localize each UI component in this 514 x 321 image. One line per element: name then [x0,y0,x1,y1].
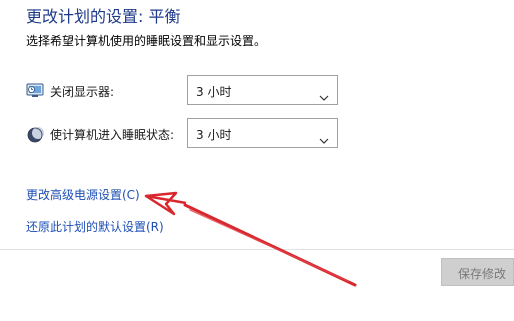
chevron-down-icon [319,87,329,101]
advanced-power-settings-link[interactable]: 更改高级电源设置(C) [26,186,140,203]
display-off-row: 关闭显示器: 3 小时 [26,75,341,107]
sleep-value: 3 小时 [196,128,232,142]
save-changes-button[interactable]: 保存修改 [441,258,514,286]
sleep-label: 使计算机进入睡眠状态: [50,128,175,142]
chevron-down-icon [319,130,329,144]
sleep-select[interactable]: 3 小时 [187,118,338,148]
display-off-select[interactable]: 3 小时 [187,75,338,105]
save-changes-label: 保存修改 [458,267,507,281]
page-title: 更改计划的设置: 平衡 [26,7,181,26]
monitor-icon [26,83,44,99]
display-off-label: 关闭显示器: [50,85,115,99]
divider [0,249,514,250]
restore-defaults-link[interactable]: 还原此计划的默认设置(R) [26,218,164,235]
display-off-value: 3 小时 [196,85,232,99]
moon-icon [26,126,44,143]
page-subtitle: 选择希望计算机使用的睡眠设置和显示设置。 [26,34,267,48]
sleep-row: 使计算机进入睡眠状态: 3 小时 [26,118,341,150]
